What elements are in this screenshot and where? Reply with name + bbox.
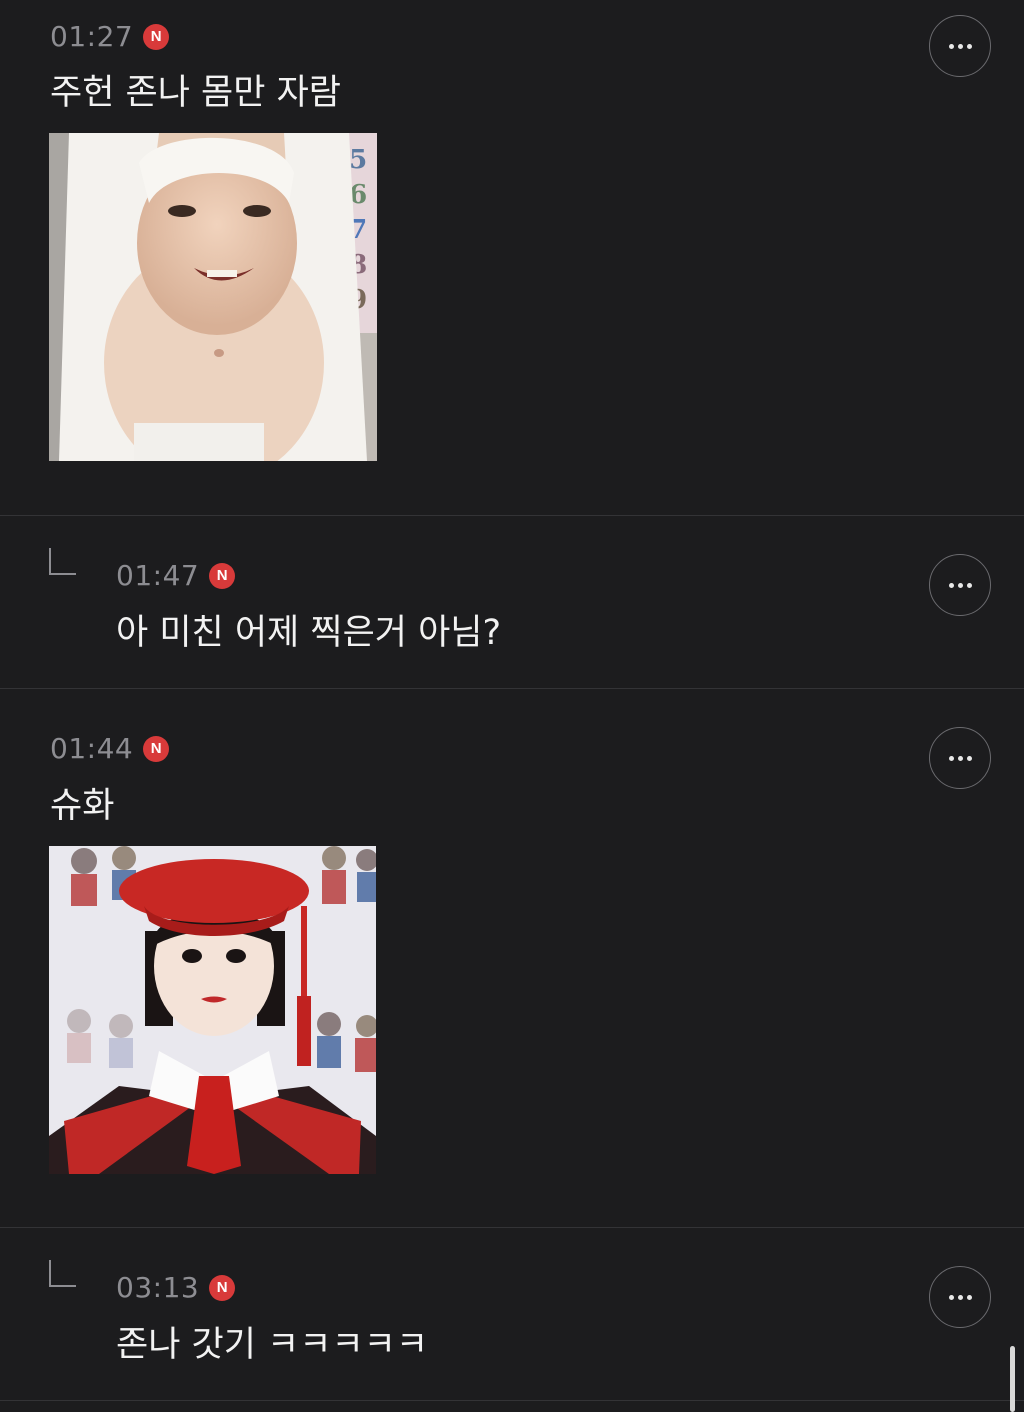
comment-meta: 03:13 N bbox=[116, 1271, 236, 1304]
photo-girl-graduation-icon bbox=[49, 846, 376, 1174]
reply-arrow-icon bbox=[49, 548, 76, 575]
ellipsis-icon bbox=[948, 582, 972, 588]
comment-time: 03:13 bbox=[116, 1271, 200, 1304]
comment-meta: 01:47 N bbox=[116, 559, 236, 592]
more-button[interactable] bbox=[929, 1266, 991, 1328]
reply-item: 01:47 N 아 미친 어제 찍은거 아님? bbox=[0, 516, 1024, 688]
comment-text: 주헌 존나 몸만 자람 bbox=[50, 73, 341, 113]
new-badge: N bbox=[209, 1274, 236, 1301]
comment-text: 슈화 bbox=[50, 786, 115, 826]
comment-feed: 01:27 N 주헌 존나 몸만 자람 25 26 27 28 bbox=[0, 0, 1024, 1412]
ellipsis-icon bbox=[948, 1294, 972, 1300]
new-badge: N bbox=[143, 23, 170, 50]
comment-meta: 01:44 N bbox=[50, 732, 170, 765]
comment-time: 01:47 bbox=[116, 559, 200, 592]
comment-text: 아 미친 어제 찍은거 아님? bbox=[116, 613, 502, 653]
divider bbox=[0, 1400, 1024, 1401]
comment-item: 01:44 N 슈화 bbox=[0, 689, 1024, 1227]
comment-item: 01:27 N 주헌 존나 몸만 자람 25 26 27 28 bbox=[0, 0, 1024, 515]
more-button[interactable] bbox=[929, 727, 991, 789]
more-button[interactable] bbox=[929, 554, 991, 616]
comment-time: 01:44 bbox=[50, 732, 134, 765]
comment-photo[interactable]: 25 26 27 28 29 bbox=[49, 133, 377, 461]
ellipsis-icon bbox=[948, 755, 972, 761]
reply-item: 03:13 N 존나 갓기 ㅋㅋㅋㅋㅋ bbox=[0, 1228, 1024, 1400]
new-badge: N bbox=[143, 735, 170, 762]
comment-photo[interactable] bbox=[49, 846, 376, 1174]
comment-text: 존나 갓기 ㅋㅋㅋㅋㅋ bbox=[116, 1325, 429, 1365]
scrollbar[interactable] bbox=[1010, 1346, 1015, 1412]
more-button[interactable] bbox=[929, 15, 991, 77]
reply-arrow-icon bbox=[49, 1260, 76, 1287]
ellipsis-icon bbox=[948, 43, 972, 49]
comment-time: 01:27 bbox=[50, 20, 134, 53]
comment-meta: 01:27 N bbox=[50, 20, 170, 53]
new-badge: N bbox=[209, 562, 236, 589]
photo-boy-icon: 25 26 27 28 29 bbox=[49, 133, 377, 461]
